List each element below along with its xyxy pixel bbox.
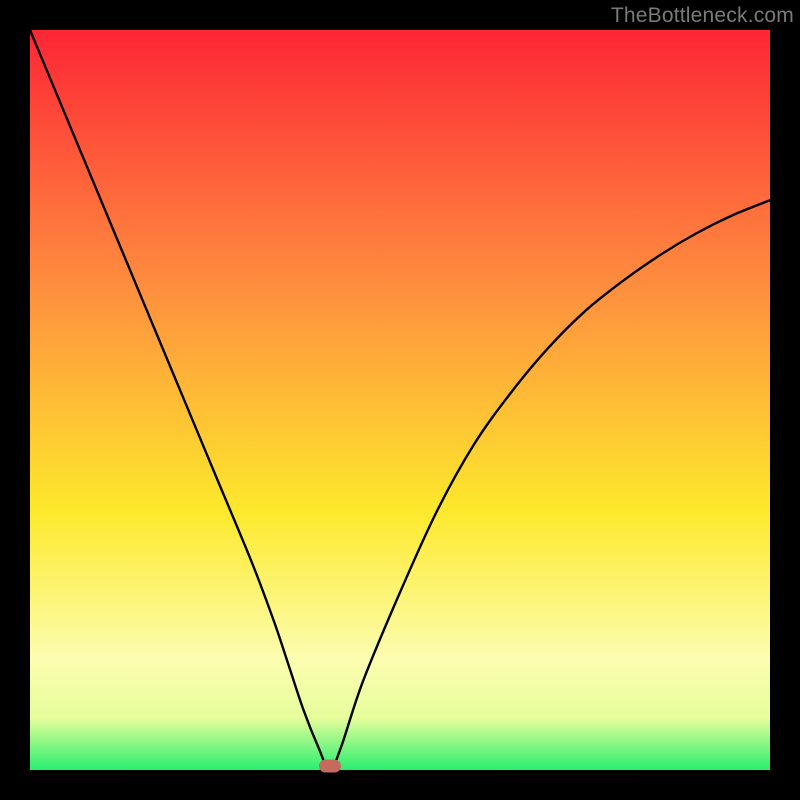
- chart-frame: [30, 30, 770, 770]
- chart-plot: [30, 30, 770, 770]
- gradient-background: [30, 30, 770, 770]
- watermark-text: TheBottleneck.com: [611, 4, 794, 28]
- optimum-marker: [319, 760, 341, 773]
